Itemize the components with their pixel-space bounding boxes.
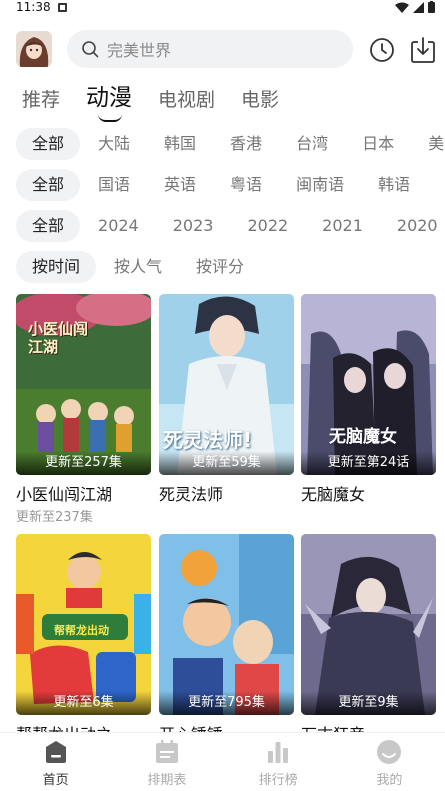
poster-image: 更新至795集 [159, 534, 294, 715]
nav-ranking[interactable]: 排行榜 [223, 733, 334, 791]
search-placeholder: 完美世界 [107, 41, 172, 60]
bottom-nav: 首页 排期表 排行榜 我的 [0, 732, 445, 791]
poster-title: 帮帮龙出动 [54, 624, 109, 637]
region-chip[interactable]: 大陆 [82, 128, 146, 160]
profile-icon [377, 740, 402, 764]
year-filter: 全部 2024 2023 2022 2021 2020 [16, 210, 445, 242]
content-card[interactable]: 更新至795集 开心锤锤 [159, 534, 294, 745]
card-title: 无脑魔女 [301, 485, 366, 504]
search-row: 完美世界 [0, 28, 445, 70]
episode-badge: 更新至9集 [301, 691, 436, 715]
content-card[interactable]: 无脑魔女 更新至第24话 无脑魔女 [301, 294, 436, 505]
region-chip[interactable]: 美国 [412, 128, 445, 160]
tab-label: 电视剧 [158, 89, 216, 111]
status-time: 11:38 [16, 0, 51, 14]
active-tab-indicator [98, 114, 123, 122]
region-chip-all[interactable]: 全部 [16, 128, 81, 160]
sort-chip-rating[interactable]: 按评分 [180, 251, 260, 283]
signal-icon [413, 1, 424, 13]
content-card[interactable]: 更新至9集 万古狂帝 [301, 534, 436, 745]
region-chip[interactable]: 韩国 [148, 128, 212, 160]
poster-title: 死灵法师! [163, 428, 253, 452]
history-icon[interactable] [369, 37, 395, 63]
language-chip-all[interactable]: 全部 [16, 169, 81, 201]
sort-chip-popularity[interactable]: 按人气 [98, 251, 178, 283]
episode-badge: 更新至795集 [159, 691, 294, 715]
download-icon[interactable] [410, 36, 436, 64]
year-chip[interactable]: 2023 [157, 210, 230, 242]
tab-label: 电影 [241, 89, 280, 111]
search-icon [82, 41, 99, 58]
language-chip[interactable]: 国语 [82, 169, 146, 201]
episode-badge: 更新至59集 [159, 451, 294, 475]
nav-label: 排期表 [147, 773, 187, 788]
year-chip[interactable]: 2020 [381, 210, 445, 242]
content-card[interactable]: 小医仙闯江湖 更新至257集 小医仙闯江湖 更新至237集 [16, 294, 151, 525]
sort-filter: 按时间 按人气 按评分 [16, 251, 262, 283]
nav-label: 排行榜 [258, 773, 298, 788]
tab-label: 动漫 [86, 85, 133, 111]
region-filter: 全部 大陆 韩国 香港 台湾 日本 美国 [16, 128, 445, 160]
status-bar: 11:38 [0, 0, 445, 14]
card-subtitle: 更新至237集 [16, 510, 93, 525]
poster-image: 死灵法师! 更新至59集 [159, 294, 294, 475]
year-chip[interactable]: 2022 [231, 210, 304, 242]
nav-label: 我的 [376, 773, 403, 788]
card-title: 小医仙闯江湖 [16, 485, 113, 504]
poster-title: 无脑魔女 [329, 427, 397, 447]
card-title: 死灵法师 [159, 485, 224, 504]
nav-schedule[interactable]: 排期表 [111, 733, 222, 791]
nav-label: 首页 [42, 773, 69, 788]
content-card[interactable]: 帮帮龙出动 更新至6集 帮帮龙出动之… [16, 534, 151, 745]
poster-image: 帮帮龙出动 更新至6集 [16, 534, 151, 715]
battery-icon [428, 1, 435, 13]
episode-badge: 更新至第24话 [301, 451, 436, 475]
tab-movie[interactable]: 电影 [241, 85, 279, 118]
poster-image: 小医仙闯江湖 更新至257集 [16, 294, 151, 475]
tab-recommend[interactable]: 推荐 [22, 85, 60, 118]
tab-tv-series[interactable]: 电视剧 [158, 85, 215, 118]
year-chip[interactable]: 2021 [306, 210, 379, 242]
region-chip[interactable]: 台湾 [280, 128, 344, 160]
tab-label: 推荐 [22, 89, 61, 111]
poster-title: 小医仙闯江湖 [28, 320, 89, 356]
year-chip[interactable]: 2024 [82, 210, 155, 242]
poster-image: 更新至9集 [301, 534, 436, 715]
sort-chip-time[interactable]: 按时间 [16, 251, 97, 283]
nav-profile[interactable]: 我的 [334, 733, 445, 791]
language-chip[interactable]: 英语 [148, 169, 212, 201]
poster-image: 无脑魔女 更新至第24话 [301, 294, 436, 475]
language-filter: 全部 国语 英语 粤语 闽南语 韩语 [16, 169, 428, 201]
language-chip[interactable]: 韩语 [362, 169, 426, 201]
episode-badge: 更新至6集 [16, 691, 151, 715]
calendar-icon [155, 740, 178, 763]
notification-icon [57, 2, 67, 12]
avatar[interactable] [16, 31, 52, 67]
language-chip[interactable]: 粤语 [214, 169, 278, 201]
episode-badge: 更新至257集 [16, 451, 151, 475]
language-chip[interactable]: 闽南语 [280, 169, 360, 201]
year-chip-all[interactable]: 全部 [16, 210, 81, 242]
region-chip[interactable]: 日本 [346, 128, 410, 160]
category-tabs: 推荐 动漫 电视剧 电影 [22, 78, 305, 122]
tab-anime[interactable]: 动漫 [86, 78, 133, 122]
region-chip[interactable]: 香港 [214, 128, 278, 160]
content-card[interactable]: 死灵法师! 更新至59集 死灵法师 [159, 294, 294, 505]
wifi-icon [395, 2, 409, 13]
home-icon [45, 741, 66, 763]
nav-home[interactable]: 首页 [0, 733, 111, 791]
search-input[interactable]: 完美世界 [67, 30, 353, 68]
ranking-icon [268, 742, 289, 763]
